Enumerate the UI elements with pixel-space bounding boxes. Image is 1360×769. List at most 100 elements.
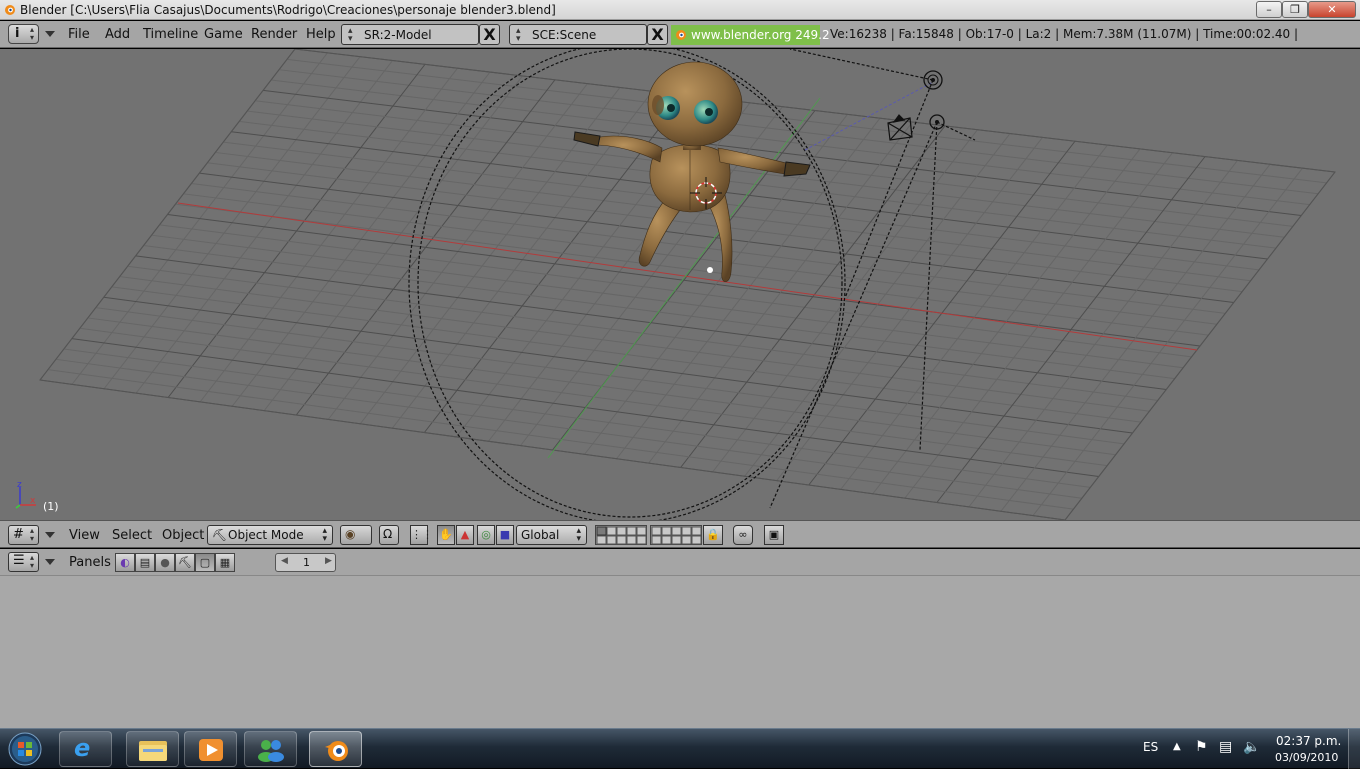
menu-add[interactable]: Add bbox=[105, 27, 130, 42]
taskbar-blender[interactable] bbox=[309, 731, 362, 767]
frame-number-field[interactable]: ◀ 1 ▶ bbox=[275, 553, 336, 572]
window-title: Blender [C:\Users\Flia Casajus\Documents… bbox=[20, 3, 556, 17]
grid-line bbox=[47, 369, 1074, 510]
layer-group-2[interactable] bbox=[650, 525, 702, 545]
window-title-bar: Blender [C:\Users\Flia Casajus\Documents… bbox=[0, 0, 1360, 20]
axis-x-label: x bbox=[30, 496, 36, 506]
updown-arrows-icon: ▴ ▾ bbox=[30, 526, 35, 543]
info-icon: i bbox=[15, 26, 20, 41]
taskbar-messenger[interactable] bbox=[244, 731, 297, 767]
menu-panels[interactable]: Panels bbox=[69, 555, 111, 570]
screen-selector[interactable]: ▴ ▾ SR:2-Model bbox=[341, 24, 479, 45]
spot-lamp-object[interactable] bbox=[929, 114, 945, 130]
clock-date[interactable]: 03/09/2010 bbox=[1275, 751, 1338, 764]
delete-screen-button[interactable]: X bbox=[479, 24, 500, 45]
blender-org-link[interactable]: www.blender.org 249.2 bbox=[671, 25, 830, 45]
editor-type-selector-buttons[interactable]: ☰ ▴ ▾ bbox=[8, 552, 39, 572]
menu-object[interactable]: Object bbox=[162, 528, 204, 543]
buttons-window-area[interactable] bbox=[0, 576, 1360, 728]
menu-view[interactable]: View bbox=[69, 528, 100, 543]
taskbar-windows-explorer[interactable] bbox=[126, 731, 179, 767]
language-indicator[interactable]: ES bbox=[1143, 740, 1158, 754]
taskbar-internet-explorer[interactable]: e bbox=[59, 731, 112, 767]
start-button[interactable] bbox=[5, 731, 45, 767]
hand-icon[interactable]: ✋ bbox=[437, 525, 455, 545]
grid-line bbox=[55, 358, 1082, 499]
snap-icon[interactable]: ∞ bbox=[733, 525, 753, 545]
delete-scene-button[interactable]: X bbox=[647, 24, 668, 45]
draw-type-selector[interactable]: ◉ bbox=[340, 525, 372, 545]
object-mode-icon: ⛏ bbox=[212, 528, 228, 542]
collapse-menu-icon[interactable] bbox=[45, 31, 55, 37]
transform-orientation-selector[interactable]: Global ▴ ▾ bbox=[516, 525, 587, 545]
close-window-button[interactable]: ✕ bbox=[1308, 1, 1356, 18]
translate-icon[interactable]: ▲ bbox=[456, 525, 474, 545]
folder-icon bbox=[139, 741, 167, 761]
shading-context-icon[interactable]: ● bbox=[155, 553, 175, 572]
updown-arrows-icon: ▴ ▾ bbox=[348, 26, 353, 44]
viewport-canvas[interactable]: z x bbox=[0, 49, 1360, 520]
menu-game[interactable]: Game bbox=[204, 27, 243, 42]
blender-version-label: www.blender.org 249.2 bbox=[691, 28, 830, 42]
action-center-flag-icon[interactable]: ⚑ bbox=[1195, 739, 1208, 755]
decrement-arrow-icon[interactable]: ◀ bbox=[281, 556, 288, 566]
script-context-icon[interactable]: ▤ bbox=[135, 553, 155, 572]
scale-icon[interactable]: ■ bbox=[496, 525, 514, 545]
blender-logo-icon bbox=[676, 30, 686, 40]
menu-timeline[interactable]: Timeline bbox=[143, 27, 198, 42]
grid-icon: # bbox=[13, 527, 24, 542]
show-desktop-button[interactable] bbox=[1348, 729, 1360, 769]
scene-context-icon[interactable]: ▦ bbox=[215, 553, 235, 572]
minimize-button[interactable]: – bbox=[1256, 1, 1282, 18]
menu-help[interactable]: Help bbox=[306, 27, 336, 42]
frame-number-value: 1 bbox=[303, 556, 310, 569]
network-icon[interactable]: ▤ bbox=[1219, 739, 1232, 755]
object-context-icon[interactable]: ⛏ bbox=[175, 553, 195, 572]
rotate-icon[interactable]: ◎ bbox=[477, 525, 495, 545]
clock-time[interactable]: 02:37 p.m. bbox=[1276, 734, 1341, 748]
taskbar: e ES ▲ ⚑ ▤ 🔈 02:37 p.m. 03/09/2010 bbox=[0, 728, 1360, 769]
window-type-selector[interactable]: i ▴ ▾ bbox=[8, 24, 39, 44]
current-frame-label: (1) bbox=[43, 500, 59, 513]
3d-view-header: # ▴ ▾ View Select Object ⛏ Object Mode ▴ ▾… bbox=[0, 520, 1360, 548]
grid-line bbox=[71, 338, 1099, 477]
grid-line bbox=[63, 348, 1091, 488]
pivot-selector[interactable]: Ω bbox=[379, 525, 399, 545]
maximize-button[interactable]: ❐ bbox=[1282, 1, 1308, 18]
collapse-menu-icon[interactable] bbox=[45, 532, 55, 538]
media-player-icon bbox=[199, 739, 223, 761]
menu-file[interactable]: File bbox=[68, 27, 90, 42]
updown-arrows-icon: ▴ ▾ bbox=[322, 526, 327, 544]
scene-stats: Ve:16238 | Fa:15848 | Ob:17-0 | La:2 | M… bbox=[830, 27, 1299, 41]
increment-arrow-icon[interactable]: ▶ bbox=[325, 556, 332, 566]
axis-z-label: z bbox=[17, 480, 22, 490]
taskbar-media-player[interactable] bbox=[184, 731, 237, 767]
lock-layers-icon[interactable]: 🔒 bbox=[703, 525, 723, 545]
logic-context-icon[interactable]: ◐ bbox=[115, 553, 135, 572]
menu-render[interactable]: Render bbox=[251, 27, 297, 42]
object-origin-dot bbox=[707, 267, 713, 273]
orientation-label: Global bbox=[521, 528, 560, 542]
scene-selector[interactable]: ▴ ▾ SCE:Scene bbox=[509, 24, 647, 45]
lamp-object[interactable] bbox=[923, 70, 943, 90]
layer-group-1[interactable] bbox=[595, 525, 647, 545]
show-hidden-icons-icon[interactable]: ▲ bbox=[1173, 741, 1181, 752]
axis-gizmo-icon: z x bbox=[15, 480, 36, 509]
render-preview-icon[interactable]: ▣ bbox=[764, 525, 784, 545]
3d-viewport[interactable]: z x (1) bbox=[0, 49, 1360, 520]
lamp-range-ellipse-inner bbox=[417, 49, 843, 518]
mode-selector[interactable]: ⛏ Object Mode ▴ ▾ bbox=[207, 525, 333, 545]
volume-icon[interactable]: 🔈 bbox=[1243, 739, 1260, 755]
character-model[interactable] bbox=[573, 61, 811, 283]
editor-type-selector[interactable]: # ▴ ▾ bbox=[8, 525, 39, 545]
manipulator-toggle[interactable]: ⋮⋮ bbox=[410, 525, 433, 545]
collapse-menu-icon[interactable] bbox=[45, 559, 55, 565]
pivot-icon: Ω bbox=[383, 527, 393, 541]
mode-label: Object Mode bbox=[228, 528, 304, 542]
buttons-window-icon: ☰ bbox=[13, 553, 25, 568]
scene-name: SCE:Scene bbox=[532, 28, 597, 42]
updown-arrows-icon: ▴ ▾ bbox=[516, 26, 521, 44]
menu-select[interactable]: Select bbox=[112, 528, 152, 543]
editing-context-icon[interactable]: ▢ bbox=[195, 553, 215, 572]
blender-icon bbox=[325, 741, 348, 761]
